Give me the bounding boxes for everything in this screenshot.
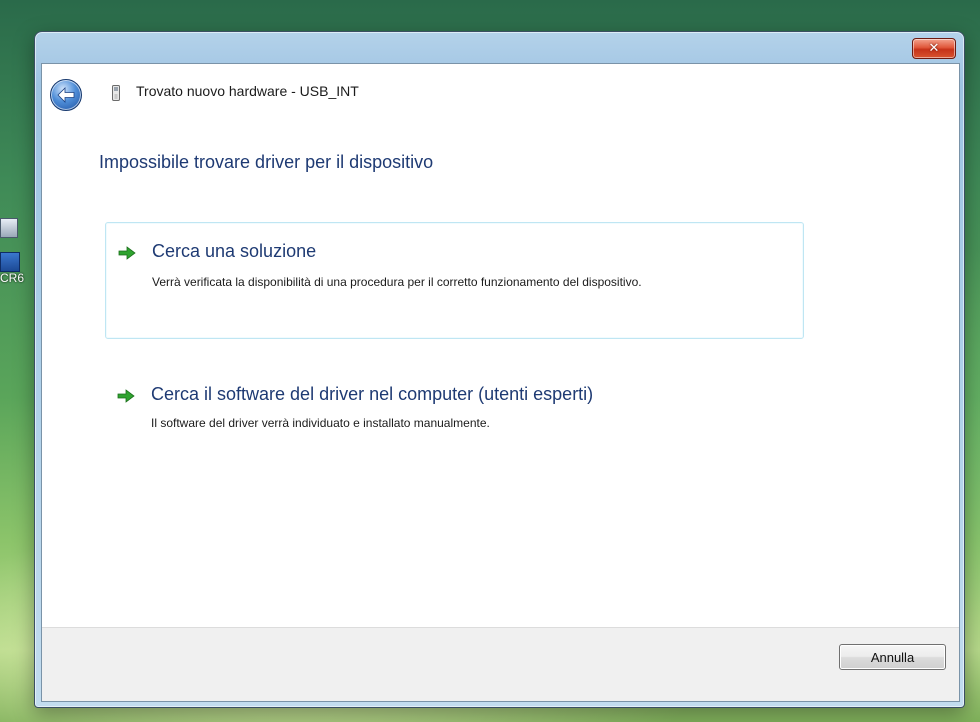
option-browse-driver[interactable]: Cerca il software del driver nel compute… [105, 370, 802, 470]
green-arrow-icon [118, 246, 136, 260]
option-description: Verrà verificata la disponibilità di una… [152, 275, 642, 289]
usb-device-icon [112, 85, 120, 101]
back-arrow-icon [57, 87, 75, 103]
close-button[interactable]: ✕ [912, 38, 956, 59]
option-search-solution[interactable]: Cerca una soluzione Verrà verificata la … [105, 222, 804, 339]
option-title[interactable]: Cerca il software del driver nel compute… [151, 384, 593, 405]
cancel-button[interactable]: Annulla [839, 644, 946, 670]
green-arrow-icon [117, 389, 135, 403]
desktop-icon-label[interactable]: CR6 [0, 271, 24, 285]
desktop-computer-icon[interactable] [0, 218, 18, 238]
back-button[interactable] [50, 79, 82, 111]
wizard-content: Trovato nuovo hardware - USB_INT Impossi… [41, 63, 960, 702]
wizard-header: Trovato nuovo hardware - USB_INT [42, 64, 959, 124]
found-new-hardware-window: ✕ Trovato nuovo hardware - USB_INT Impos… [34, 31, 965, 708]
desktop-shortcut-icon[interactable] [0, 252, 20, 272]
option-title[interactable]: Cerca una soluzione [152, 241, 316, 262]
close-icon: ✕ [928, 41, 940, 56]
option-description: Il software del driver verrà individuato… [151, 416, 490, 430]
wizard-footer: Annulla [42, 627, 959, 701]
window-title: Trovato nuovo hardware - USB_INT [136, 83, 359, 99]
page-heading: Impossibile trovare driver per il dispos… [99, 152, 434, 172]
